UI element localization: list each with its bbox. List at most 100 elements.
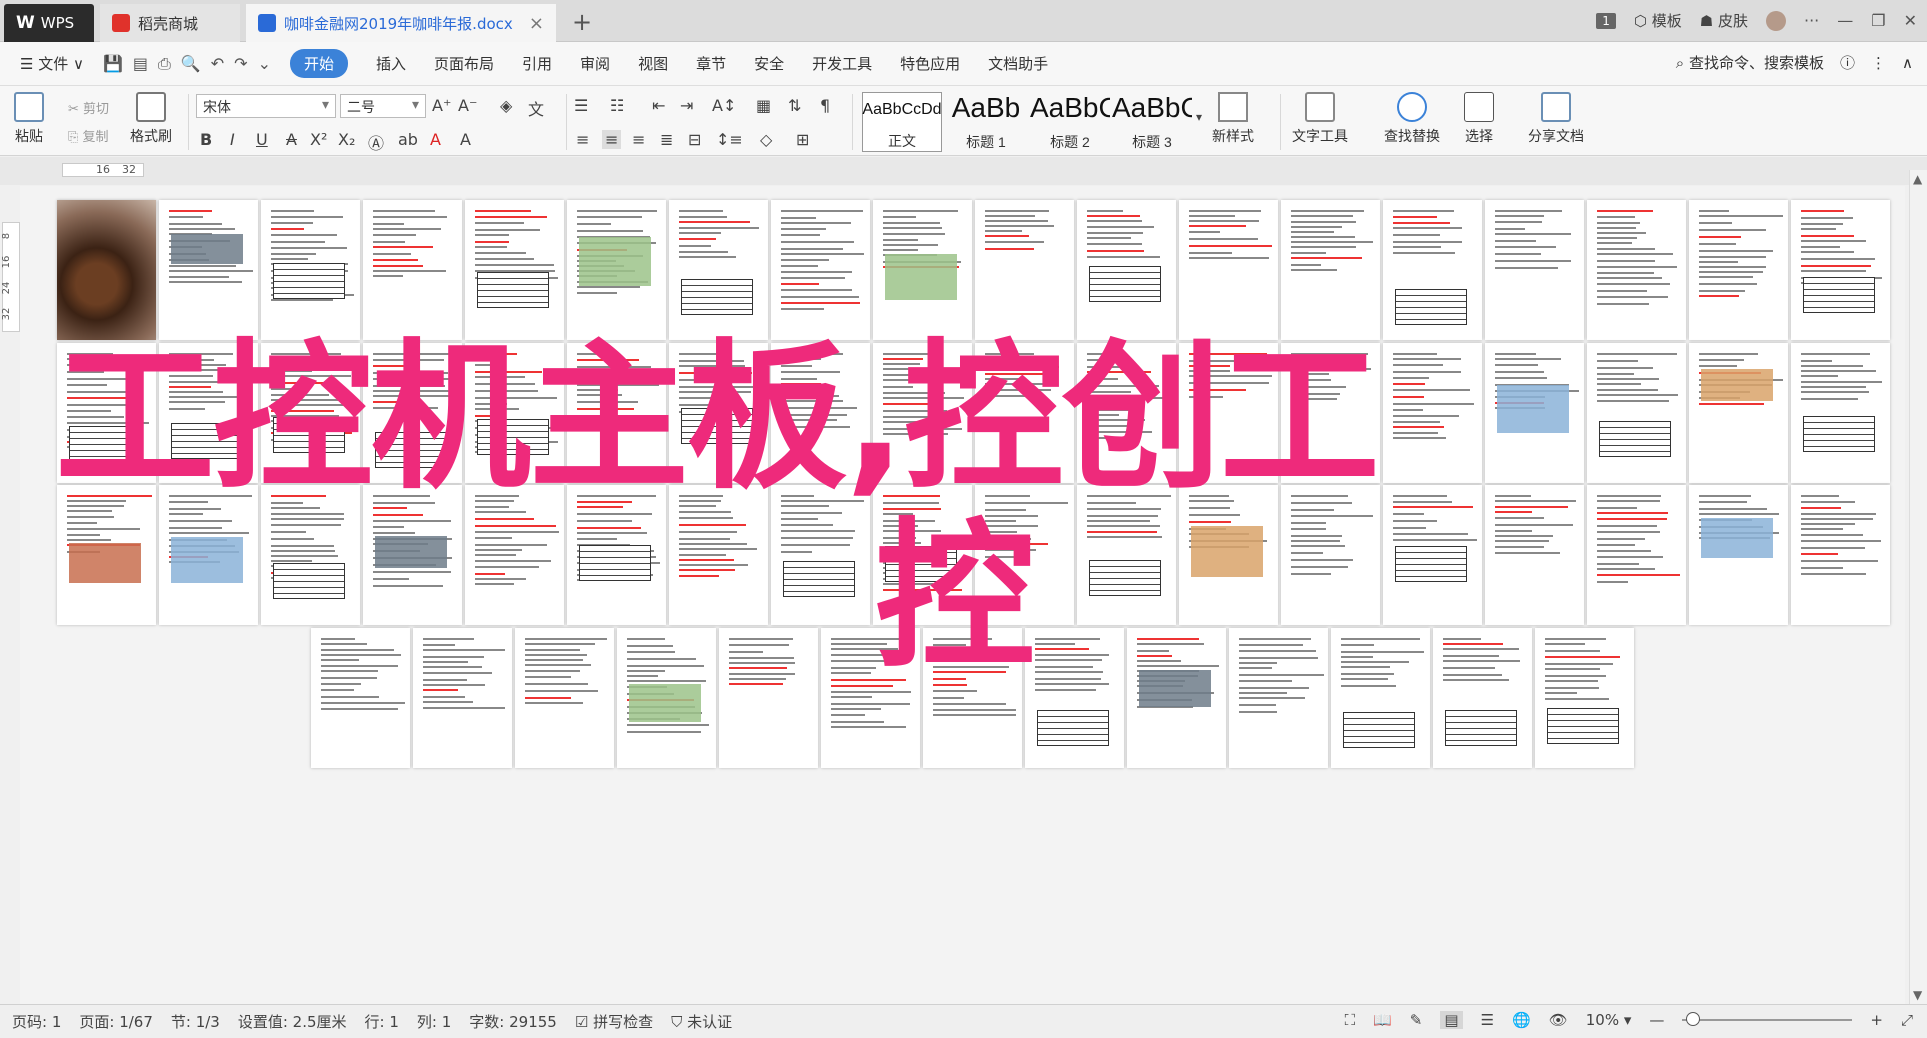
copy-button[interactable]: ⎘ 复制 bbox=[68, 126, 109, 145]
italic-icon[interactable]: I bbox=[230, 130, 235, 149]
page-thumbnail[interactable] bbox=[363, 200, 462, 340]
print-icon[interactable]: ⎙ bbox=[158, 54, 171, 74]
tab-insert[interactable]: 插入 bbox=[376, 53, 406, 74]
zoom-slider[interactable] bbox=[1682, 1012, 1853, 1026]
page-thumbnail[interactable] bbox=[1383, 200, 1482, 340]
outline-view-icon[interactable]: ☰ bbox=[1481, 1011, 1494, 1029]
page-thumbnail[interactable] bbox=[669, 200, 768, 340]
tab-document[interactable]: 咖啡金融网2019年咖啡年报.docx × bbox=[246, 4, 556, 42]
share-doc-button[interactable]: 分享文档 bbox=[1528, 92, 1584, 146]
tab-start[interactable]: 开始 bbox=[289, 49, 348, 78]
undo-icon[interactable]: ↶ bbox=[211, 54, 224, 73]
align-right-icon[interactable]: ≡ bbox=[632, 130, 645, 149]
align-center-icon[interactable]: ≡ bbox=[602, 130, 622, 149]
style-normal[interactable]: AaBbCcDd 正文 bbox=[862, 92, 942, 152]
underline-icon[interactable]: U bbox=[256, 130, 268, 149]
page-thumbnail[interactable] bbox=[975, 200, 1074, 340]
page-thumbnail[interactable] bbox=[159, 200, 258, 340]
page-thumbnail[interactable] bbox=[1791, 343, 1890, 483]
export-pdf-icon[interactable]: ▤ bbox=[133, 54, 148, 73]
strikethrough-icon[interactable]: A bbox=[286, 130, 297, 149]
text-direction-icon[interactable]: A↕ bbox=[712, 96, 736, 115]
borders-icon[interactable]: ⊞ bbox=[796, 130, 809, 149]
decrease-indent-icon[interactable]: ⇤ bbox=[652, 96, 665, 115]
fullscreen-icon[interactable]: ⛶ bbox=[1345, 1011, 1356, 1029]
page-thumbnail[interactable] bbox=[1281, 200, 1380, 340]
more-icon[interactable]: ··· bbox=[1804, 11, 1819, 30]
print-preview-icon[interactable]: 🔍 bbox=[181, 54, 201, 73]
tab-doc-assistant[interactable]: 文档助手 bbox=[988, 53, 1048, 74]
file-menu[interactable]: ☰ 文件 ∨ bbox=[20, 53, 84, 74]
customize-quick-access-icon[interactable]: ⌄ bbox=[258, 54, 271, 73]
distribute-icon[interactable]: ⊟ bbox=[688, 130, 701, 149]
bold-icon[interactable]: B bbox=[200, 130, 212, 149]
scroll-up-icon[interactable]: ▲ bbox=[1913, 172, 1922, 186]
tab-view[interactable]: 视图 bbox=[638, 53, 668, 74]
pinyin-guide-icon[interactable]: 文 bbox=[528, 96, 544, 120]
page-view-icon[interactable]: ▤ bbox=[1440, 1011, 1463, 1029]
cut-button[interactable]: ✂ 剪切 bbox=[68, 98, 109, 117]
style-heading-1[interactable]: AaBb 标题 1 bbox=[946, 92, 1026, 152]
page-thumbnail[interactable] bbox=[1179, 200, 1278, 340]
sort-icon[interactable]: ⇅ bbox=[788, 96, 801, 115]
tab-section[interactable]: 章节 bbox=[696, 53, 726, 74]
text-effect-icon[interactable]: Ⓐ bbox=[368, 130, 384, 154]
vertical-scrollbar[interactable]: ▲ ▼ bbox=[1909, 170, 1927, 1004]
subscript-icon[interactable]: X₂ bbox=[338, 130, 355, 149]
chinese-layout-icon[interactable]: ▦ bbox=[756, 96, 771, 115]
page-thumbnail[interactable] bbox=[873, 200, 972, 340]
tab-docer-store[interactable]: 稻壳商城 bbox=[100, 4, 240, 42]
page-thumbnail[interactable] bbox=[1689, 200, 1788, 340]
certification-button[interactable]: ⛉ 未认证 bbox=[671, 1011, 732, 1032]
paste-button[interactable]: 粘贴 bbox=[14, 92, 44, 146]
write-mode-icon[interactable]: ✎ bbox=[1410, 1011, 1423, 1029]
minimize-icon[interactable]: — bbox=[1837, 11, 1853, 30]
styles-gallery-scroll-icon[interactable]: ▾ bbox=[1196, 110, 1202, 124]
redo-icon[interactable]: ↷ bbox=[234, 54, 247, 73]
status-page-number[interactable]: 页码: 1 bbox=[12, 1011, 61, 1032]
status-setting[interactable]: 设置值: 2.5厘米 bbox=[238, 1011, 347, 1032]
tab-developer[interactable]: 开发工具 bbox=[812, 53, 872, 74]
status-word-count[interactable]: 字数: 29155 bbox=[469, 1011, 557, 1032]
status-pages[interactable]: 页面: 1/67 bbox=[79, 1011, 153, 1032]
page-thumbnail[interactable] bbox=[1587, 200, 1686, 340]
highlight-icon[interactable]: ab bbox=[398, 130, 418, 149]
text-tools-button[interactable]: 文字工具 bbox=[1292, 92, 1348, 146]
tab-page-layout[interactable]: 页面布局 bbox=[434, 53, 494, 74]
tab-wps-home[interactable]: W WPS bbox=[4, 4, 94, 42]
bullet-list-icon[interactable]: ☰ bbox=[574, 96, 588, 115]
close-tab-icon[interactable]: × bbox=[529, 13, 544, 34]
vertical-ruler[interactable]: 8 16 24 32 bbox=[1, 222, 20, 332]
reading-mode-icon[interactable]: 📖 bbox=[1373, 1011, 1392, 1029]
style-heading-3[interactable]: AaBbCc 标题 3 bbox=[1112, 92, 1192, 152]
align-left-icon[interactable]: ≡ bbox=[576, 130, 589, 149]
new-tab-button[interactable]: + bbox=[572, 8, 592, 36]
fit-page-icon[interactable]: ⤢ bbox=[1901, 1011, 1913, 1029]
shrink-font-icon[interactable]: A⁻ bbox=[458, 96, 477, 115]
status-row[interactable]: 行: 1 bbox=[365, 1011, 399, 1032]
restore-icon[interactable]: ❐ bbox=[1871, 11, 1885, 30]
select-button[interactable]: 选择 bbox=[1464, 92, 1494, 146]
web-view-icon[interactable]: 🌐 bbox=[1512, 1011, 1531, 1029]
zoom-select[interactable]: 10% ▾ bbox=[1586, 1011, 1632, 1029]
tab-references[interactable]: 引用 bbox=[522, 53, 552, 74]
shading-icon[interactable]: ◇ bbox=[760, 130, 772, 149]
justify-icon[interactable]: ≣ bbox=[660, 130, 673, 149]
page-thumbnail[interactable] bbox=[57, 200, 156, 340]
more-options-icon[interactable]: ⋮ bbox=[1871, 54, 1886, 72]
page-thumbnail[interactable] bbox=[261, 200, 360, 340]
font-size-select[interactable]: 二号 ▾ bbox=[340, 94, 426, 118]
template-button[interactable]: ⬡ 模板 bbox=[1634, 10, 1682, 31]
spell-check-button[interactable]: ☑ 拼写检查 bbox=[575, 1011, 653, 1032]
style-heading-2[interactable]: AaBbC 标题 2 bbox=[1030, 92, 1110, 152]
font-color-icon[interactable]: A bbox=[430, 130, 441, 149]
tab-special-apps[interactable]: 特色应用 bbox=[900, 53, 960, 74]
tab-review[interactable]: 审阅 bbox=[580, 53, 610, 74]
page-thumbnail[interactable] bbox=[1791, 200, 1890, 340]
zoom-slider-thumb[interactable] bbox=[1685, 1012, 1700, 1026]
save-icon[interactable]: 💾 bbox=[103, 54, 123, 73]
new-style-button[interactable]: 新样式 bbox=[1212, 92, 1254, 146]
status-section[interactable]: 节: 1/3 bbox=[171, 1011, 220, 1032]
eye-protection-icon[interactable]: 👁 bbox=[1549, 1011, 1568, 1029]
line-spacing-icon[interactable]: ↕≡ bbox=[716, 130, 743, 149]
